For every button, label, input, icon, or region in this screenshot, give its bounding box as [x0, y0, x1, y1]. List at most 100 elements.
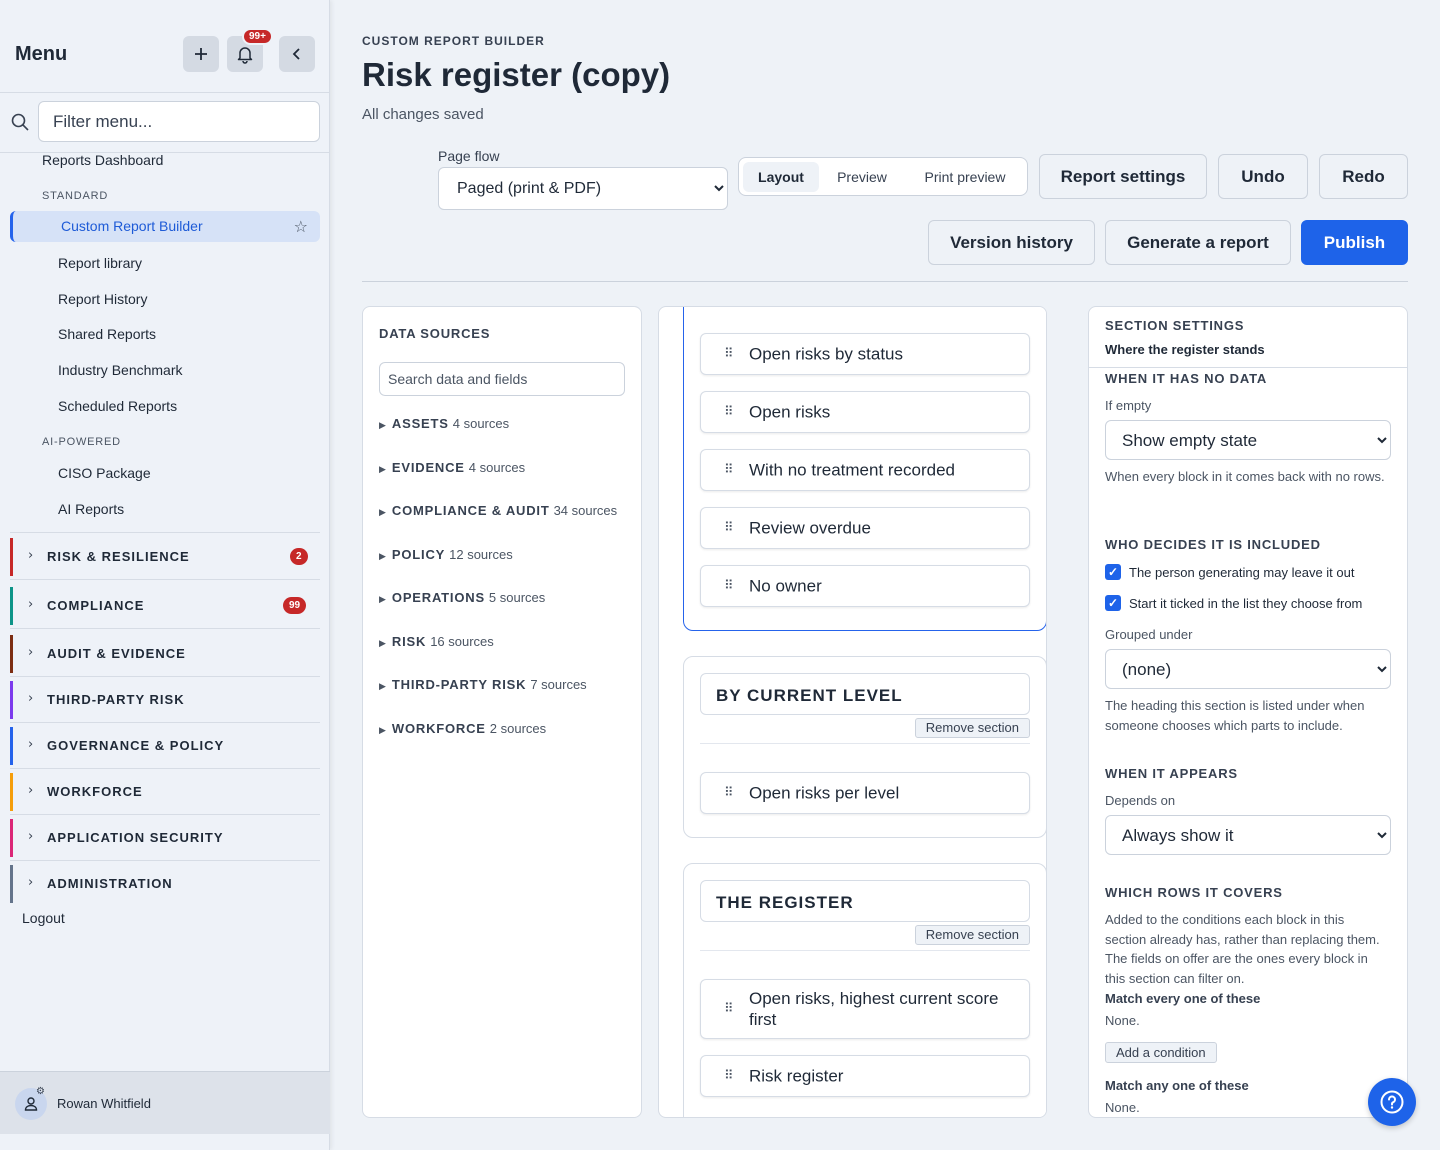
group-label: WORKFORCE — [47, 784, 143, 799]
page-eyebrow: CUSTOM REPORT BUILDER — [362, 34, 545, 48]
block-title: Review overdue — [749, 518, 871, 538]
user-name: Rowan Whitfield — [57, 1096, 151, 1111]
report-section-selected[interactable]: ⠿ Open risks by status ⠿ Open risks ⠿ With … — [683, 307, 1046, 631]
data-sources-panel: DATA SOURCES ▶ASSETS4 sources ▶EVIDENCE4… — [362, 306, 642, 1118]
report-block[interactable]: ⠿ No owner — [700, 565, 1030, 607]
add-condition-button[interactable]: Add a condition — [1105, 1042, 1217, 1063]
sidebar-item-shared-reports[interactable]: Shared Reports — [58, 326, 156, 342]
collapse-sidebar-button[interactable] — [279, 36, 315, 72]
sidebar-item-report-library[interactable]: Report library — [58, 255, 142, 271]
block-title: Open risks by status — [749, 344, 904, 364]
block-title: Open risks per level — [749, 783, 900, 803]
source-group-count: 4 sources — [468, 460, 526, 475]
remove-section-button[interactable]: Remove section — [914, 925, 1030, 945]
source-group-count: 5 sources — [488, 590, 546, 605]
generate-report-button[interactable]: Generate a report — [1105, 220, 1291, 265]
report-settings-button[interactable]: Report settings — [1039, 154, 1207, 199]
report-block[interactable]: ⠿ Open risks per level — [700, 772, 1030, 814]
source-group-operations[interactable]: ▶ OPERATIONS 5 sources — [379, 590, 545, 605]
star-icon[interactable]: ☆ — [294, 217, 308, 236]
drag-handle-icon[interactable]: ⠿ — [724, 1069, 734, 1084]
user-profile[interactable]: ⚙ Rowan Whitfield — [0, 1071, 330, 1134]
sidebar: Menu 99+ Reports Dashboard STANDARD Cust… — [0, 0, 330, 1150]
group-label: THIRD-PARTY RISK — [47, 692, 185, 707]
page-flow-select[interactable]: Paged (print & PDF) — [438, 167, 728, 210]
drag-handle-icon[interactable]: ⠿ — [724, 579, 734, 594]
drag-handle-icon[interactable]: ⠿ — [724, 463, 734, 478]
sidebar-item-ciso-package[interactable]: CISO Package — [58, 465, 151, 481]
sidebar-group-administration[interactable]: › ADMINISTRATION — [10, 861, 320, 907]
redo-button[interactable]: Redo — [1319, 154, 1408, 199]
sidebar-item-scheduled-reports[interactable]: Scheduled Reports — [58, 398, 177, 414]
drag-handle-icon[interactable]: ⠿ — [724, 521, 734, 536]
rows-help: Added to the conditions each block in th… — [1105, 912, 1380, 986]
grouped-select[interactable]: (none) — [1105, 649, 1391, 689]
logout-link[interactable]: Logout — [22, 910, 65, 926]
source-group-name: WORKFORCE — [391, 721, 486, 736]
source-group-count: 16 sources — [430, 634, 494, 649]
start-ticked-checkbox[interactable]: ✓ — [1105, 595, 1121, 611]
sidebar-item-custom-report-builder[interactable]: Custom Report Builder ☆ — [10, 211, 320, 242]
chevron-right-icon: › — [28, 737, 34, 752]
section-title-field[interactable]: BY CURRENT LEVEL — [700, 673, 1030, 715]
divider — [700, 743, 1030, 744]
version-history-button[interactable]: Version history — [928, 220, 1095, 265]
block-title: Risk register — [749, 1066, 844, 1086]
source-group-compliance-audit[interactable]: ▶ COMPLIANCE & AUDIT 34 sources — [379, 503, 617, 518]
drag-handle-icon[interactable]: ⠿ — [724, 405, 734, 420]
undo-button[interactable]: Undo — [1218, 154, 1308, 199]
sidebar-group-governance-policy[interactable]: › GOVERNANCE & POLICY — [10, 723, 320, 769]
leave-out-checkbox[interactable]: ✓ — [1105, 564, 1121, 580]
sidebar-group-audit-evidence[interactable]: › AUDIT & EVIDENCE — [10, 631, 320, 677]
page-flow-label: Page flow — [438, 148, 500, 164]
source-group-count: 7 sources — [530, 677, 587, 692]
source-group-policy[interactable]: ▶ POLICY 12 sources — [379, 547, 513, 562]
source-group-assets[interactable]: ▶ ASSETS 4 sources — [379, 416, 509, 431]
report-block[interactable]: ⠿ Open risks by status — [700, 333, 1030, 375]
report-block[interactable]: ⠿ Risk register — [700, 1055, 1030, 1097]
tab-layout[interactable]: Layout — [743, 162, 819, 192]
publish-button[interactable]: Publish — [1301, 220, 1408, 265]
sidebar-item-reports-dashboard[interactable]: Reports Dashboard — [42, 152, 163, 168]
add-button[interactable] — [183, 36, 219, 72]
sidebar-group-compliance[interactable]: › COMPLIANCE 99 — [10, 583, 320, 629]
leave-out-label: The person generating may leave it out — [1129, 565, 1355, 580]
report-section[interactable]: THE REGISTER Remove section ⠿ Open risks,… — [683, 863, 1046, 1117]
drag-handle-icon[interactable]: ⠿ — [724, 786, 734, 801]
settings-caption: SECTION SETTINGS — [1105, 318, 1245, 333]
source-group-risk[interactable]: ▶ RISK 16 sources — [379, 634, 494, 649]
sidebar-group-application-security[interactable]: › APPLICATION SECURITY — [10, 815, 320, 861]
if-empty-select[interactable]: Show empty state — [1105, 420, 1391, 460]
source-group-evidence[interactable]: ▶ EVIDENCE 4 sources — [379, 460, 525, 475]
report-block[interactable]: ⠿ Review overdue — [700, 507, 1030, 549]
sidebar-item-industry-benchmark[interactable]: Industry Benchmark — [58, 362, 183, 378]
report-section[interactable]: BY CURRENT LEVEL Remove section ⠿ Open ri… — [683, 656, 1046, 838]
report-block[interactable]: ⠿ With no treatment recorded — [700, 449, 1030, 491]
drag-handle-icon[interactable]: ⠿ — [724, 347, 734, 362]
sidebar-group-risk-resilience[interactable]: › RISK & RESILIENCE 2 — [10, 534, 320, 580]
caret-right-icon: ▶ — [379, 508, 386, 518]
caret-right-icon: ▶ — [379, 465, 386, 475]
source-group-name: EVIDENCE — [391, 460, 465, 475]
sidebar-section-ai: AI-POWERED — [42, 436, 121, 448]
depends-select[interactable]: Always show it — [1105, 815, 1391, 855]
report-block[interactable]: ⠿ Open risks, highest current score first — [700, 979, 1030, 1039]
group-color-bar — [10, 773, 13, 811]
section-title-field[interactable]: THE REGISTER — [700, 880, 1030, 922]
tab-preview[interactable]: Preview — [823, 162, 901, 192]
source-group-name: ASSETS — [391, 416, 449, 431]
filter-menu-input[interactable] — [38, 101, 320, 142]
sidebar-item-report-history[interactable]: Report History — [58, 291, 147, 307]
tab-print-preview[interactable]: Print preview — [905, 162, 1025, 192]
rows-heading: WHICH ROWS IT COVERS — [1105, 885, 1283, 900]
sidebar-group-third-party-risk[interactable]: › THIRD-PARTY RISK — [10, 677, 320, 723]
sidebar-group-workforce[interactable]: › WORKFORCE — [10, 769, 320, 815]
sidebar-item-ai-reports[interactable]: AI Reports — [58, 501, 124, 517]
drag-handle-icon[interactable]: ⠿ — [724, 1002, 734, 1017]
report-block[interactable]: ⠿ Open risks — [700, 391, 1030, 433]
source-group-third-party-risk[interactable]: ▶ THIRD-PARTY RISK 7 sources — [379, 677, 587, 692]
remove-section-button[interactable]: Remove section — [914, 718, 1030, 738]
help-button[interactable] — [1368, 1078, 1416, 1126]
source-group-workforce[interactable]: ▶ WORKFORCE 2 sources — [379, 721, 546, 736]
data-search-input[interactable] — [379, 362, 625, 396]
